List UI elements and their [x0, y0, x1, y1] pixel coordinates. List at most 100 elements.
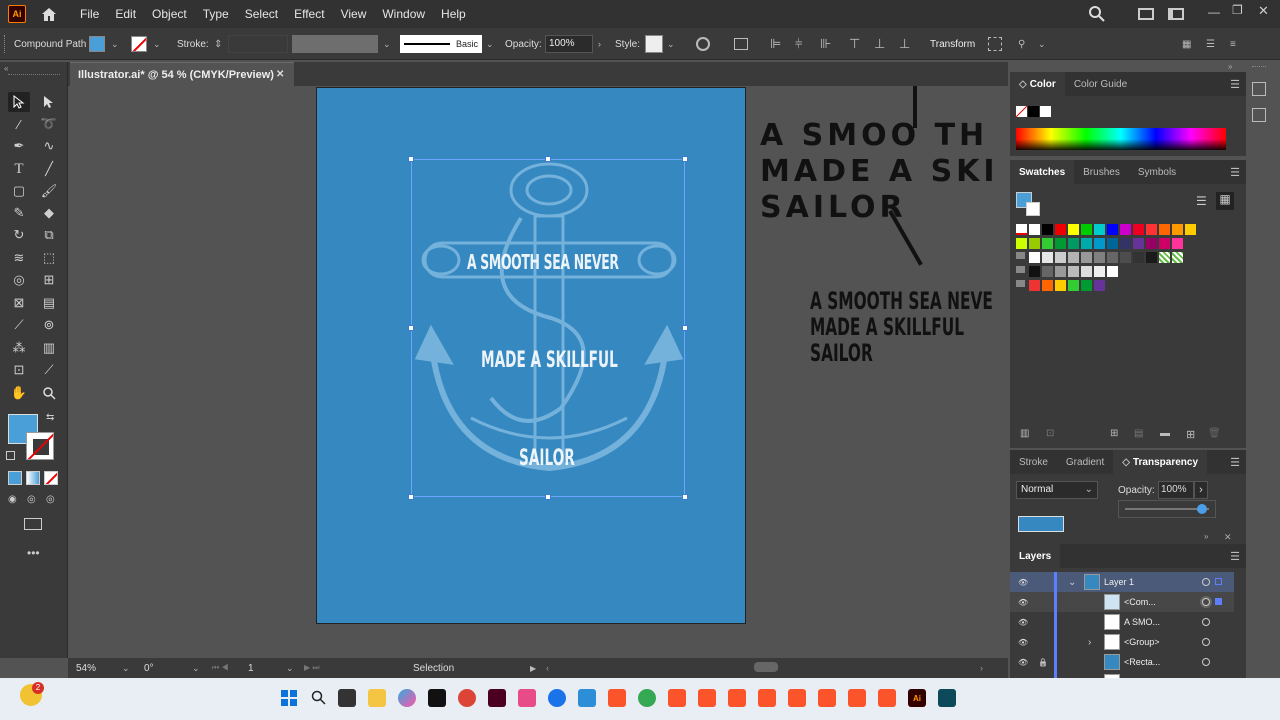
brave-window-icon[interactable] — [698, 689, 716, 707]
brave-window-icon[interactable] — [818, 689, 836, 707]
draw-inside-icon[interactable]: ◎ — [46, 494, 55, 505]
white-swatch[interactable] — [1040, 106, 1051, 117]
color-swatch[interactable] — [1042, 266, 1053, 277]
align-to-icon[interactable] — [734, 28, 748, 60]
black-swatch[interactable] — [1028, 106, 1039, 117]
heavy-text-block[interactable]: A SMOO TH S MADE A SKIL SAILOR — [760, 118, 992, 226]
side-text-block[interactable]: A SMOOTH SEA NEVER MADE A SKILLFUL SAILO… — [810, 288, 992, 366]
color-swatch[interactable] — [1107, 252, 1118, 263]
color-swatch[interactable] — [1081, 238, 1092, 249]
menu-effect[interactable]: Effect — [286, 7, 332, 21]
dock-collapse-icon[interactable]: » — [1228, 62, 1232, 71]
color-swatch[interactable] — [1094, 252, 1105, 263]
search-icon[interactable] — [1088, 5, 1106, 26]
grid-view-icon[interactable]: ▦ — [1216, 192, 1234, 210]
selection-handle[interactable] — [408, 325, 414, 331]
chevron-down-icon[interactable]: ⌄ — [1038, 28, 1046, 60]
panel-menu-icon[interactable]: ☰ — [1230, 456, 1240, 469]
transparency-opacity-field[interactable]: 100% — [1158, 481, 1194, 499]
chevron-right-icon[interactable]: › — [1088, 637, 1091, 648]
tab-color[interactable]: ◇ Color — [1010, 72, 1065, 96]
delete-swatch-icon[interactable]: 🗑 — [1208, 428, 1221, 439]
menu-object[interactable]: Object — [144, 7, 195, 21]
color-swatch[interactable] — [1068, 238, 1079, 249]
layer-row[interactable]: 👁 › <Group> — [1010, 632, 1234, 652]
none-swatch[interactable] — [1016, 224, 1027, 235]
tab-stroke[interactable]: Stroke — [1010, 450, 1057, 474]
brave-window-icon[interactable] — [728, 689, 746, 707]
color-swatch[interactable] — [1068, 224, 1079, 235]
symbol-sprayer-tool-icon[interactable]: ⁂ — [8, 338, 30, 358]
restore-icon[interactable]: ❐ — [1232, 3, 1243, 17]
artboard[interactable]: A SMOOTH SEA NEVER MADE A SKILLFUL SAILO… — [316, 87, 746, 624]
color-swatch[interactable] — [1081, 280, 1092, 291]
rotate-tool-icon[interactable]: ↻ — [8, 225, 30, 245]
align-middle-icon[interactable]: ⊥ — [874, 28, 885, 60]
brave-window-icon[interactable] — [878, 689, 896, 707]
blend-mode-dropdown[interactable]: Normal ⌄ — [1016, 481, 1098, 499]
eraser-tool-icon[interactable]: ◆ — [38, 203, 60, 223]
horizontal-scroll-thumb[interactable] — [754, 662, 778, 672]
layer-row[interactable]: 👁 🔒 <Recta... — [1010, 652, 1234, 672]
color-swatch[interactable] — [1081, 266, 1092, 277]
color-swatch[interactable] — [1159, 252, 1170, 263]
swatch-options-icon[interactable]: ▤ — [1134, 428, 1143, 439]
menu-help[interactable]: Help — [433, 7, 474, 21]
menu-type[interactable]: Type — [195, 7, 237, 21]
show-swatch-kinds-icon[interactable]: ⊞ — [1110, 428, 1118, 439]
layer-row[interactable]: 👁 A SMO... — [1010, 612, 1234, 632]
chrome-icon[interactable] — [458, 689, 476, 707]
visibility-eye-icon[interactable]: 👁 — [1018, 618, 1028, 627]
screen-mode-icon[interactable] — [24, 518, 42, 530]
control-menu-icon[interactable]: ≡ — [1230, 28, 1236, 60]
target-circle-icon[interactable] — [1202, 618, 1210, 626]
stroke-stepper-icon[interactable]: ⇕ — [214, 28, 222, 60]
align-center-icon[interactable]: ⫩ — [795, 28, 802, 60]
color-swatch[interactable] — [1133, 252, 1144, 263]
align-bottom-icon[interactable]: ⊥ — [899, 28, 910, 60]
brave-icon[interactable] — [608, 689, 626, 707]
align-left-icon[interactable]: ⊫ — [770, 28, 781, 60]
panel-menu-icon[interactable]: ☰ — [1230, 166, 1240, 179]
gradient-tool-icon[interactable]: ▤ — [38, 293, 60, 313]
color-swatch[interactable] — [1094, 238, 1105, 249]
selection-handle[interactable] — [545, 494, 551, 500]
list-view-icon[interactable]: ☰ — [1196, 194, 1207, 208]
file-explorer-icon[interactable] — [368, 689, 386, 707]
taskbar-search-icon[interactable] — [310, 689, 328, 707]
color-swatch[interactable] — [1146, 252, 1157, 263]
adobe-indesign-icon[interactable] — [488, 689, 506, 707]
variable-width-field[interactable] — [292, 35, 378, 53]
isolate-icon[interactable] — [988, 28, 1002, 60]
libraries-icon[interactable] — [1252, 108, 1266, 122]
stroke-swatch[interactable] — [131, 36, 147, 52]
vscode-icon[interactable] — [578, 689, 596, 707]
stroke-style-field[interactable]: Basic — [400, 35, 482, 53]
next-artboard-icon[interactable]: ▶ ⏭ — [304, 663, 320, 673]
visibility-eye-icon[interactable]: 👁 — [1018, 578, 1028, 587]
color-swatch[interactable] — [1120, 238, 1131, 249]
tab-gradient[interactable]: Gradient — [1057, 450, 1113, 474]
color-swatch[interactable] — [1107, 238, 1118, 249]
color-group-folder-icon[interactable] — [1016, 252, 1025, 259]
color-swatch[interactable] — [1029, 280, 1040, 291]
scroll-right-icon[interactable]: › — [980, 663, 983, 673]
slice-tool-icon[interactable]: ⟋ — [38, 360, 60, 380]
color-swatch[interactable] — [1094, 280, 1105, 291]
opacity-slider-thumb[interactable] — [1197, 504, 1207, 514]
color-swatch[interactable] — [1029, 266, 1040, 277]
color-swatch[interactable] — [1042, 252, 1053, 263]
color-group-folder-icon[interactable] — [1016, 266, 1025, 273]
color-swatch[interactable] — [1042, 280, 1053, 291]
chevron-down-icon[interactable]: ⌄ — [153, 28, 161, 60]
brave-window-icon[interactable] — [788, 689, 806, 707]
opacity-field[interactable]: 100% — [545, 35, 593, 53]
color-mode-icon[interactable] — [8, 471, 22, 485]
rotation-value[interactable]: 0° — [144, 663, 154, 674]
default-fill-stroke-icon[interactable] — [6, 451, 15, 460]
terminal-icon[interactable] — [938, 689, 956, 707]
color-swatch[interactable] — [1055, 266, 1066, 277]
capcut-icon[interactable] — [428, 689, 446, 707]
menu-window[interactable]: Window — [374, 7, 433, 21]
stroke-weight-field[interactable] — [228, 35, 288, 53]
